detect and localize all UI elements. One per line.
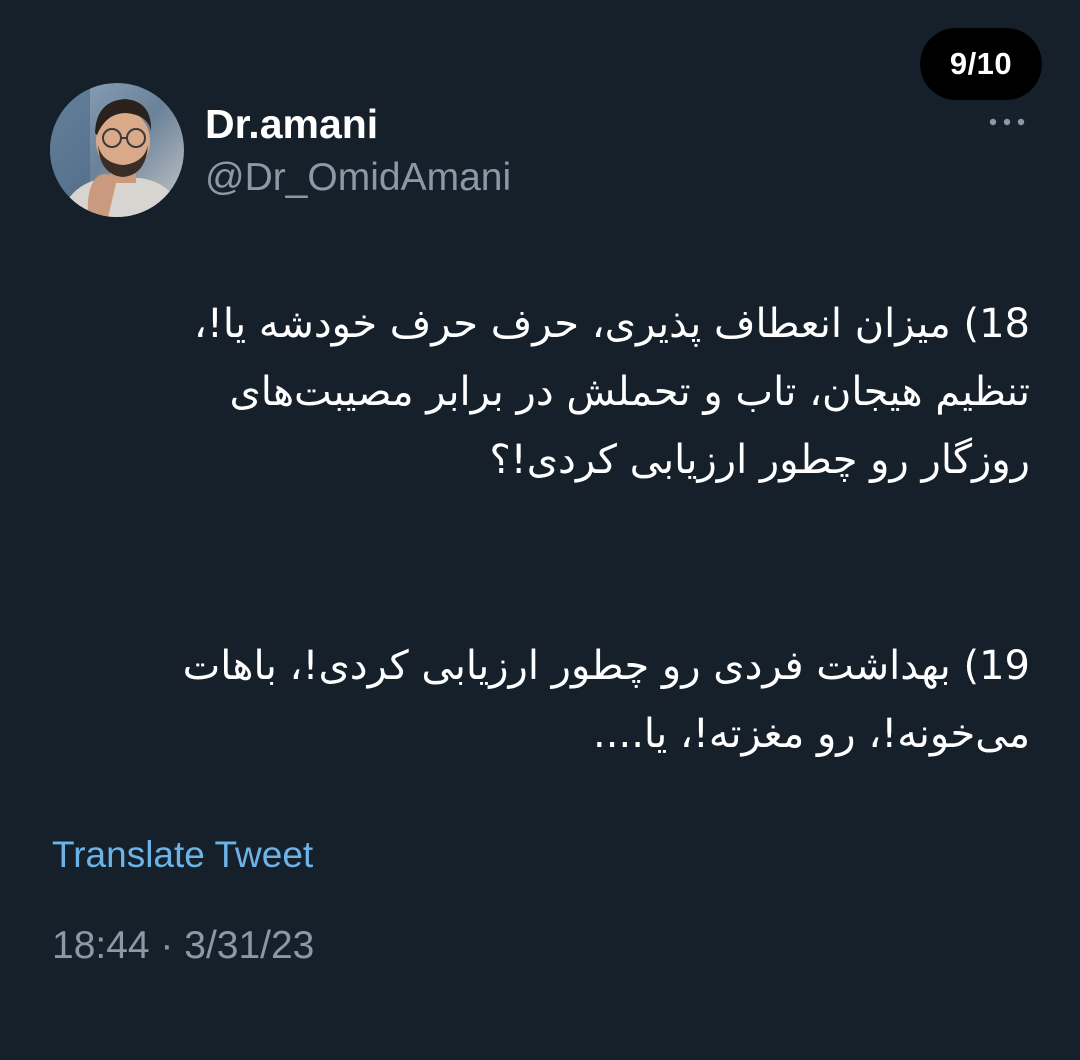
tweet-paragraph-19: 19) بهداشت فردی رو چطور ارزیابی کردی!، ب… <box>40 632 1030 768</box>
more-horizontal-icon[interactable] <box>982 104 1032 140</box>
tweet-paragraph-18: 18) میزان انعطاف پذیری، حرف حرف خودشه یا… <box>40 290 1030 494</box>
tweet-line: 18) میزان انعطاف پذیری، حرف حرف خودشه یا… <box>193 301 1030 347</box>
user-handle[interactable]: @Dr_OmidAmani <box>205 154 511 202</box>
tweet-timestamp[interactable]: 18:44 · 3/31/23 <box>52 922 314 970</box>
profile-photo-icon <box>50 83 184 217</box>
display-name[interactable]: Dr.amani <box>205 100 378 148</box>
tweet-line: 19) بهداشت فردی رو چطور ارزیابی کردی!، ب… <box>182 643 1030 689</box>
tweet-line: تنظیم هیجان، تاب و تحملش در برابر مصیبت‌… <box>229 369 1030 415</box>
translate-tweet-link[interactable]: Translate Tweet <box>52 832 313 878</box>
tweet-line: روزگار رو چطور ارزیابی کردی!؟ <box>489 437 1030 483</box>
tweet-line: می‌خونه!، رو مغزته!، یا.... <box>593 711 1030 757</box>
avatar[interactable] <box>50 83 184 217</box>
thread-page-counter: 9/10 <box>920 28 1042 100</box>
